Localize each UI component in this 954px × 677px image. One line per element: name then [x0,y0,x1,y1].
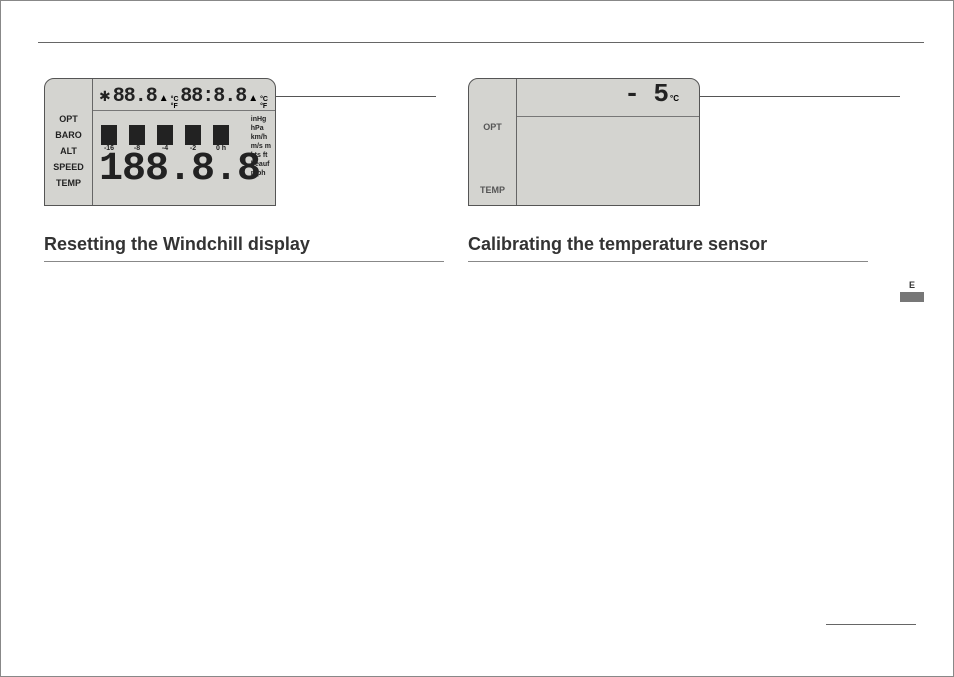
callout-line [700,96,900,97]
lcd-side-labels: OPT BARO ALT SPEED TEMP [45,79,93,205]
page-number-rule [826,624,916,625]
big-segment: 188.8.8 [93,150,275,190]
up-triangle-icon: ▲ [248,93,258,104]
bar-graph [93,111,275,145]
side-label: TEMP [45,177,92,190]
lcd-panel-windchill: OPT BARO ALT SPEED TEMP ✱ 88.8 ▲ °C °F 8… [44,78,276,206]
cf-label: °C °F [171,96,181,110]
up-triangle-icon: ▲ [159,93,169,104]
left-column: OPT BARO ALT SPEED TEMP ✱ 88.8 ▲ °C °F 8… [44,78,444,262]
top-rule [38,42,924,43]
side-label: ALT [45,145,92,158]
heading-calibrate: Calibrating the temperature sensor [468,234,868,262]
top-segment-a: 88.8 [113,85,157,108]
lcd-side-labels: OPT TEMP [469,79,517,205]
heading-windchill: Resetting the Windchill display [44,234,444,262]
side-label: BARO [45,129,92,142]
side-label: OPT [45,113,92,126]
cf-label: °C °F [260,96,269,110]
side-label: SPEED [45,161,92,174]
callout-line [276,96,436,97]
side-label: OPT [469,121,516,134]
page-tab-label: E [900,280,924,290]
lcd-panel-temp: OPT TEMP - 5 °C [468,78,700,206]
temp-unit: °C [670,94,679,103]
page-tab-marker [900,292,924,302]
unit-stack: inHg hPa km/h m/s m kts ft beauf mph [251,115,271,178]
snowflake-icon: ✱ [99,88,111,105]
page-tab: E [900,280,924,302]
temp-value: - 5 [624,79,668,109]
right-column: OPT TEMP - 5 °C Calibrating the temperat… [468,78,868,262]
side-label: TEMP [469,184,516,197]
top-segment-b: 88:8.8 [180,85,246,108]
